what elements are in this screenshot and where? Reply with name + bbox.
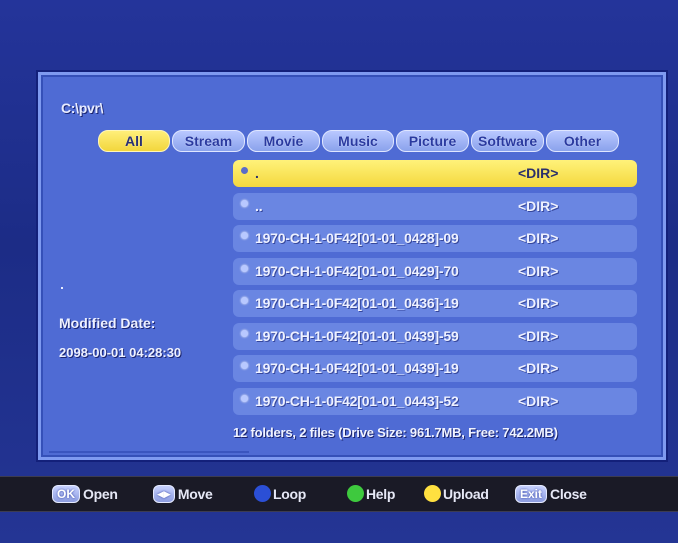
file-name: 1970-CH-1-0F42[01-01_0429]-70 [255,262,459,279]
file-name: 1970-CH-1-0F42[01-01_0439]-59 [255,327,459,344]
tab-software[interactable]: Software [471,130,544,152]
detail-marker [61,287,63,289]
bullet-icon [241,167,248,174]
file-row[interactable]: 1970-CH-1-0F42[01-01_0429]-70 <DIR> [233,257,637,285]
file-row[interactable]: .. <DIR> [233,192,637,220]
ok-key-icon: OK [52,485,80,503]
current-path: C:\pvr\ [61,100,104,116]
file-name: 1970-CH-1-0F42[01-01_0439]-19 [255,360,459,376]
file-type: <DIR> [518,262,559,279]
tab-picture[interactable]: Picture [396,130,469,152]
file-type: <DIR> [518,295,559,311]
loop-label: Loop [273,485,307,502]
file-type: <DIR> [518,360,559,376]
file-row[interactable]: 1970-CH-1-0F42[01-01_0439]-19 <DIR> [233,355,637,382]
yellow-button-icon [424,485,441,502]
file-row[interactable]: . <DIR> [233,160,637,187]
bullet-icon [241,362,248,369]
bullet-icon [241,264,248,272]
bullet-icon [241,329,248,337]
footer-loop[interactable]: Loop [254,485,306,502]
tab-movie[interactable]: Movie [247,130,320,152]
file-name: 1970-CH-1-0F42[01-01_0443]-52 [255,392,459,409]
upload-label: Upload [443,485,489,502]
file-row[interactable]: 1970-CH-1-0F42[01-01_0428]-09 <DIR> [233,225,637,252]
green-button-icon [347,485,364,502]
bullet-icon [241,199,248,207]
file-type: <DIR> [518,197,559,214]
file-name: .. [255,197,263,214]
drive-summary: 12 folders, 2 files (Drive Size: 961.7MB… [233,425,558,440]
footer-help-bar: OK Open ◀▶ Move Loop Help Upload Exit Cl… [0,476,678,512]
bullet-icon [241,394,248,402]
file-type: <DIR> [518,165,559,181]
file-browser-panel: C:\pvr\ All Stream Movie Music Picture S… [36,70,668,462]
file-name: 1970-CH-1-0F42[01-01_0428]-09 [255,230,459,246]
modified-date-value: 2098-00-01 04:28:30 [59,345,182,360]
divider [49,451,249,453]
file-name: 1970-CH-1-0F42[01-01_0436]-19 [255,295,459,311]
file-type: <DIR> [518,392,559,409]
footer-help[interactable]: Help [347,485,395,502]
tab-all[interactable]: All [98,130,170,152]
move-label: Move [177,486,213,502]
blue-button-icon [254,485,271,502]
file-row[interactable]: 1970-CH-1-0F42[01-01_0443]-52 <DIR> [233,387,637,415]
left-right-arrows-icon: ◀▶ [153,485,175,503]
help-label: Help [366,485,396,502]
exit-key-icon: Exit [515,485,548,503]
close-label: Close [550,486,587,502]
file-name: . [255,165,259,181]
file-row[interactable]: 1970-CH-1-0F42[01-01_0436]-19 <DIR> [233,290,637,317]
file-type: <DIR> [518,230,559,246]
tab-music[interactable]: Music [322,130,394,152]
tab-stream[interactable]: Stream [172,130,245,152]
modified-date-label: Modified Date: [59,315,156,331]
footer-move[interactable]: ◀▶ Move [153,485,213,503]
file-row[interactable]: 1970-CH-1-0F42[01-01_0439]-59 <DIR> [233,322,637,350]
footer-upload[interactable]: Upload [424,485,489,502]
open-label: Open [83,486,118,502]
bullet-icon [241,232,248,239]
tab-other[interactable]: Other [546,130,619,152]
file-list: . <DIR> .. <DIR> 1970-CH-1-0F42[01-01_04… [233,160,637,420]
footer-close[interactable]: Exit Close [515,485,587,503]
file-type: <DIR> [518,327,559,344]
filter-tabs: All Stream Movie Music Picture Software … [98,130,619,154]
bullet-icon [241,297,248,304]
footer-open[interactable]: OK Open [52,485,118,503]
